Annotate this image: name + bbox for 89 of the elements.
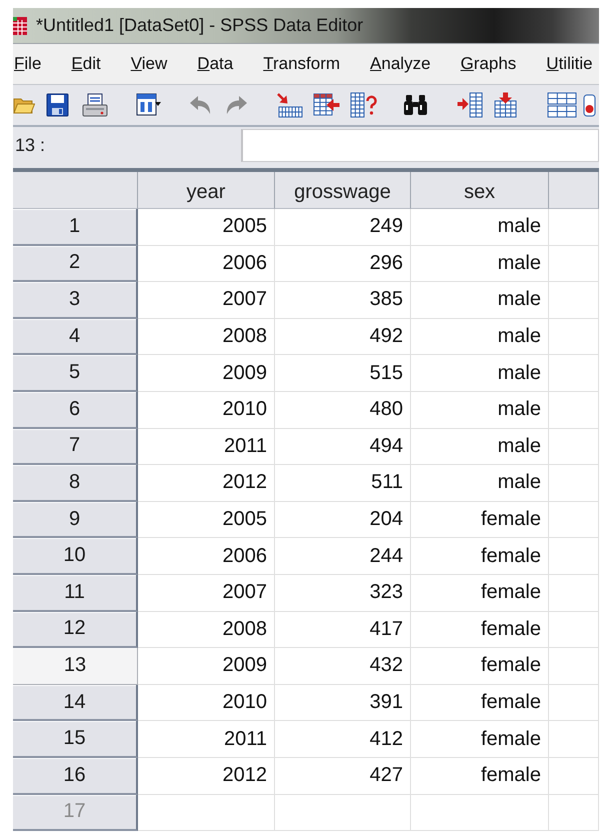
table-cell: male — [411, 209, 549, 246]
table-cell: 2007 — [138, 574, 275, 612]
table-cell: 417 — [275, 612, 411, 648]
save-icon[interactable] — [46, 93, 69, 117]
cell-value-field[interactable] — [241, 129, 599, 162]
binoculars-icon[interactable] — [403, 94, 428, 116]
table-cell: male — [411, 318, 549, 356]
column-header[interactable]: year — [138, 172, 275, 209]
row-header[interactable]: 11 — [13, 574, 138, 612]
menu-item[interactable]: Graphs — [460, 54, 516, 74]
table-cell: female — [411, 574, 549, 612]
table-cell: female — [411, 721, 549, 758]
table-cell: female — [411, 684, 549, 722]
table-cell: male — [411, 465, 549, 502]
table-cell: 2011 — [138, 721, 275, 758]
row-header[interactable]: 16 — [13, 758, 138, 794]
table-cell: 480 — [275, 392, 411, 429]
grid-arrow-icon[interactable] — [313, 93, 340, 117]
table-cell: 323 — [275, 574, 411, 612]
table-cell: 2005 — [138, 209, 275, 246]
row-header[interactable]: 7 — [13, 428, 138, 466]
table-cell: 492 — [275, 318, 411, 356]
window-dropdown-icon[interactable] — [136, 93, 161, 117]
arrow-column-icon[interactable] — [457, 92, 483, 118]
table-cell: 2005 — [138, 502, 275, 538]
print-icon[interactable] — [82, 92, 108, 118]
table-cell: male — [411, 428, 549, 466]
table-cell: 244 — [275, 538, 411, 575]
row-header[interactable]: 8 — [13, 465, 138, 502]
column-header[interactable]: grosswage — [275, 172, 411, 209]
table-cell: male — [411, 392, 549, 429]
table-cell: female — [411, 612, 549, 648]
table-cell: male — [411, 246, 549, 282]
table-cell: male — [411, 355, 549, 392]
table-cell: 2009 — [138, 648, 275, 685]
table-cell: 2012 — [138, 758, 275, 794]
menu-item[interactable]: Edit — [71, 54, 101, 74]
menu-item[interactable]: Data — [197, 54, 234, 74]
table-cell: 515 — [275, 355, 411, 392]
row-header[interactable]: 12 — [13, 612, 138, 648]
menu-item[interactable]: Transform — [263, 54, 340, 74]
row-header[interactable]: 15 — [13, 721, 138, 758]
table-cell: 296 — [275, 246, 411, 282]
row-header[interactable]: 3 — [13, 282, 138, 319]
grid-question-icon[interactable] — [350, 92, 377, 118]
row-header[interactable]: 13 — [13, 648, 138, 685]
menu-item[interactable]: View — [130, 54, 168, 74]
table-cell: 2010 — [138, 392, 275, 429]
grid-down-arrow-icon[interactable] — [494, 92, 517, 118]
split-table-icon[interactable] — [547, 92, 577, 118]
table-cell: 412 — [275, 721, 411, 758]
column-header[interactable]: sex — [411, 172, 549, 209]
table-cell: 2006 — [138, 246, 275, 282]
menu-item[interactable]: Analyze — [370, 54, 431, 74]
row-header[interactable]: 4 — [13, 318, 138, 356]
table-cell: 391 — [275, 684, 411, 722]
table-cell: 2010 — [138, 684, 275, 722]
row-header[interactable]: 6 — [13, 392, 138, 429]
table-cell: 385 — [275, 282, 411, 319]
row-header[interactable]: 10 — [13, 538, 138, 575]
app-icon — [13, 16, 27, 34]
row-header[interactable]: 9 — [13, 502, 138, 538]
arrow-grid-icon[interactable] — [276, 92, 303, 118]
cell-reference: 13 : — [15, 135, 46, 156]
table-cell: 2012 — [138, 465, 275, 502]
table-cell: 2006 — [138, 538, 275, 575]
row-header[interactable]: 5 — [13, 355, 138, 392]
table-cell: 249 — [275, 209, 411, 246]
table-cell: 2007 — [138, 282, 275, 319]
table-cell: 2009 — [138, 355, 275, 392]
menu-item[interactable]: File — [14, 54, 42, 74]
table-cell: female — [411, 648, 549, 685]
table-cell: female — [411, 758, 549, 794]
table-cell: female — [411, 502, 549, 538]
table-cell: 511 — [275, 465, 411, 502]
table-cell: male — [411, 282, 549, 319]
row-header[interactable]: 14 — [13, 684, 138, 722]
row-header[interactable]: 1 — [13, 209, 138, 246]
window-title: *Untitled1 [DataSet0] - SPSS Data Editor — [36, 15, 364, 36]
table-cell: female — [411, 538, 549, 575]
row-header[interactable]: 2 — [13, 246, 138, 282]
table-cell: 494 — [275, 428, 411, 466]
table-cell: 432 — [275, 648, 411, 685]
table-cell: 2011 — [138, 428, 275, 466]
table-cell: 204 — [275, 502, 411, 538]
table-cell: 2008 — [138, 318, 275, 356]
table-cell: 2008 — [138, 612, 275, 648]
menu-item[interactable]: Utilitie — [546, 54, 593, 74]
table-cell: 427 — [275, 758, 411, 794]
